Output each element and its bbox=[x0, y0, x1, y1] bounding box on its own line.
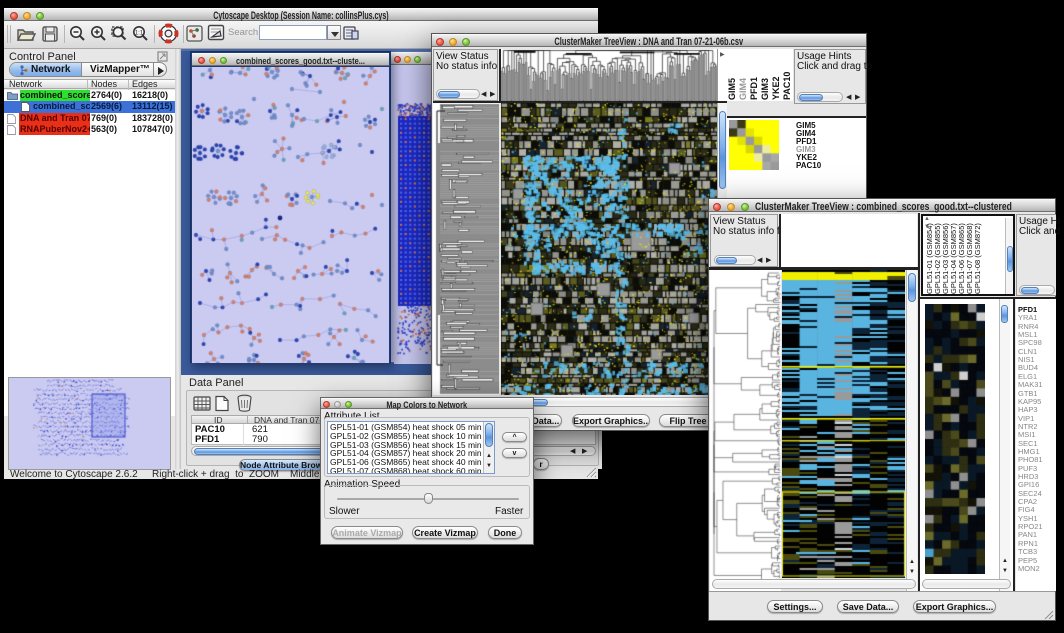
svg-text:1:1: 1:1 bbox=[135, 31, 144, 37]
